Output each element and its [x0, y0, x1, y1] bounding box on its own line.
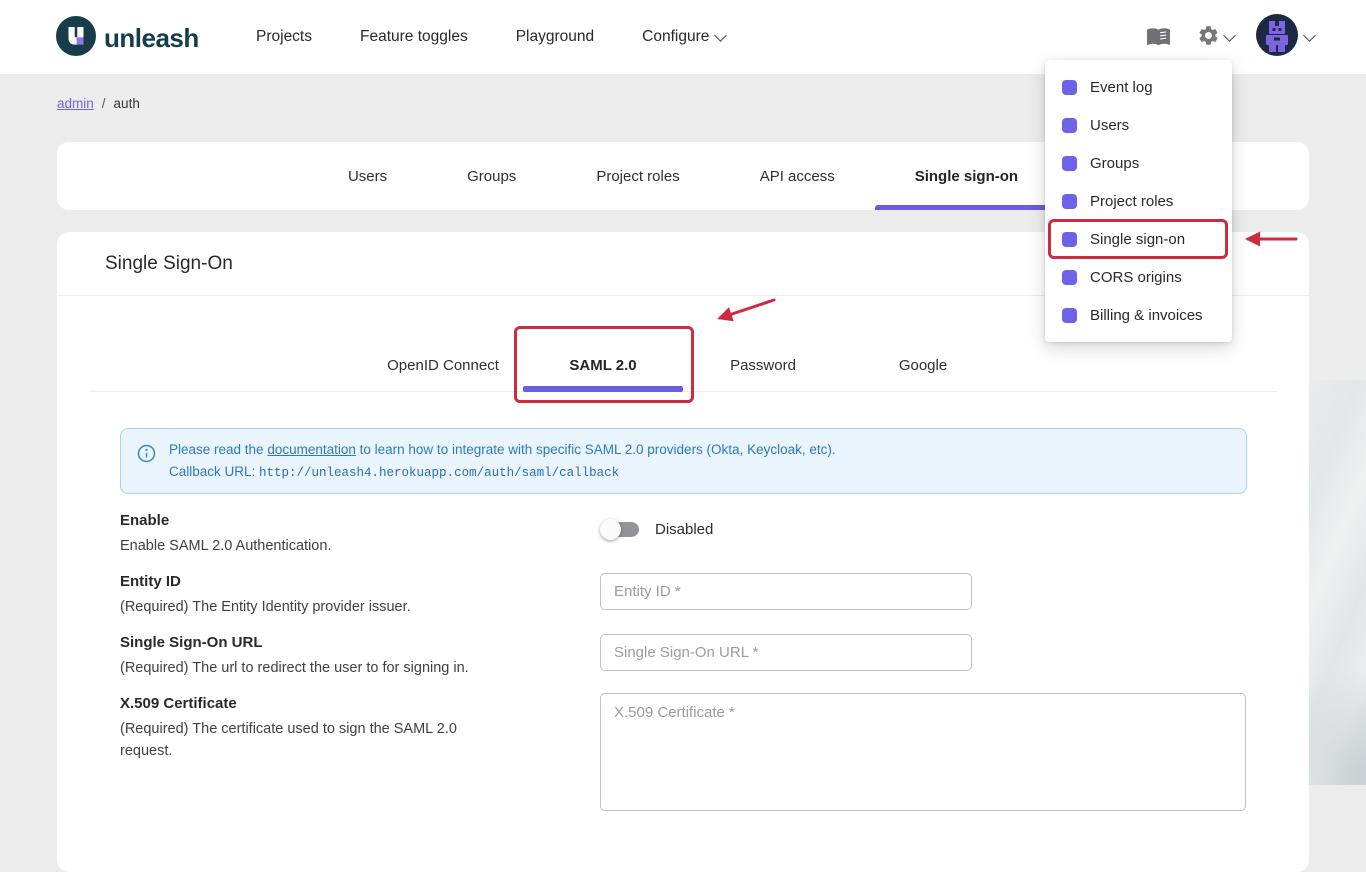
tab-google[interactable]: Google — [843, 339, 1003, 391]
entity-id-label: Entity ID — [120, 573, 550, 590]
tab-single-sign-on[interactable]: Single sign-on — [875, 142, 1058, 210]
enable-label: Enable — [120, 512, 550, 529]
brand-wordmark: unleash — [104, 23, 199, 54]
square-bullet-icon — [1062, 118, 1077, 133]
enable-toggle[interactable] — [600, 519, 641, 540]
callback-url: http://unleash4.herokuapp.com/auth/saml/… — [259, 466, 619, 480]
tab-api-access[interactable]: API access — [720, 142, 875, 210]
documentation-link[interactable]: documentation — [267, 442, 356, 457]
nav-item-projects[interactable]: Projects — [256, 28, 312, 46]
menu-item-project-roles[interactable]: Project roles — [1045, 182, 1232, 220]
user-menu-button[interactable] — [1256, 14, 1314, 61]
menu-item-event-log[interactable]: Event log — [1045, 68, 1232, 106]
nav-item-playground[interactable]: Playground — [516, 28, 594, 46]
brand-logo[interactable]: unleash — [56, 16, 199, 61]
info-icon — [137, 444, 156, 485]
x509-description: (Required) The certificate used to sign … — [120, 718, 510, 762]
menu-item-billing-invoices[interactable]: Billing & invoices — [1045, 296, 1232, 334]
configure-dropdown-menu: Event log Users Groups Project roles Sin… — [1045, 60, 1232, 342]
avatar — [1256, 14, 1298, 61]
menu-item-groups[interactable]: Groups — [1045, 144, 1232, 182]
toggle-state-label: Disabled — [655, 521, 713, 538]
breadcrumb-link-admin[interactable]: admin — [57, 96, 94, 111]
entity-id-input[interactable] — [600, 573, 972, 610]
book-icon — [1146, 23, 1171, 51]
info-alert-text: Please read the documentation to learn h… — [169, 437, 836, 485]
square-bullet-icon — [1062, 80, 1077, 95]
tab-groups[interactable]: Groups — [427, 142, 556, 210]
breadcrumb-separator: / — [102, 96, 106, 111]
chevron-down-icon — [1223, 29, 1236, 42]
square-bullet-icon — [1062, 270, 1077, 285]
toggle-thumb — [600, 519, 621, 540]
nav-item-configure[interactable]: Configure — [642, 28, 725, 46]
sso-url-input[interactable] — [600, 634, 972, 671]
menu-item-cors-origins[interactable]: CORS origins — [1045, 258, 1232, 296]
square-bullet-icon — [1062, 156, 1077, 171]
x509-textarea[interactable] — [600, 693, 1246, 811]
info-alert: Please read the documentation to learn h… — [120, 428, 1247, 494]
tab-saml-2-0[interactable]: SAML 2.0 — [523, 339, 683, 391]
breadcrumb: admin / auth — [57, 96, 140, 111]
sso-url-label: Single Sign-On URL — [120, 634, 550, 651]
documentation-button[interactable] — [1142, 19, 1175, 55]
menu-item-users[interactable]: Users — [1045, 106, 1232, 144]
enable-description: Enable SAML 2.0 Authentication. — [120, 535, 550, 557]
unleash-logo-icon — [56, 16, 96, 61]
nav-item-feature-toggles[interactable]: Feature toggles — [360, 28, 468, 46]
tab-project-roles[interactable]: Project roles — [556, 142, 719, 210]
tab-users[interactable]: Users — [308, 142, 427, 210]
square-bullet-icon — [1062, 308, 1077, 323]
gear-icon — [1197, 24, 1220, 50]
main-nav: Projects Feature toggles Playground Conf… — [256, 0, 725, 74]
menu-item-single-sign-on[interactable]: Single sign-on — [1045, 220, 1232, 258]
chevron-down-icon — [1303, 29, 1316, 42]
entity-id-description: (Required) The Entity Identity provider … — [120, 596, 550, 618]
square-bullet-icon — [1062, 194, 1077, 209]
x509-label: X.509 Certificate — [120, 695, 550, 712]
square-bullet-icon — [1062, 232, 1077, 247]
tab-openid-connect[interactable]: OpenID Connect — [363, 339, 523, 391]
breadcrumb-current: auth — [114, 96, 140, 111]
page-title: Single Sign-On — [105, 253, 233, 275]
chevron-down-icon — [714, 29, 727, 42]
settings-menu-button[interactable] — [1193, 20, 1238, 54]
sso-url-description: (Required) The url to redirect the user … — [120, 657, 550, 679]
tab-password[interactable]: Password — [683, 339, 843, 391]
